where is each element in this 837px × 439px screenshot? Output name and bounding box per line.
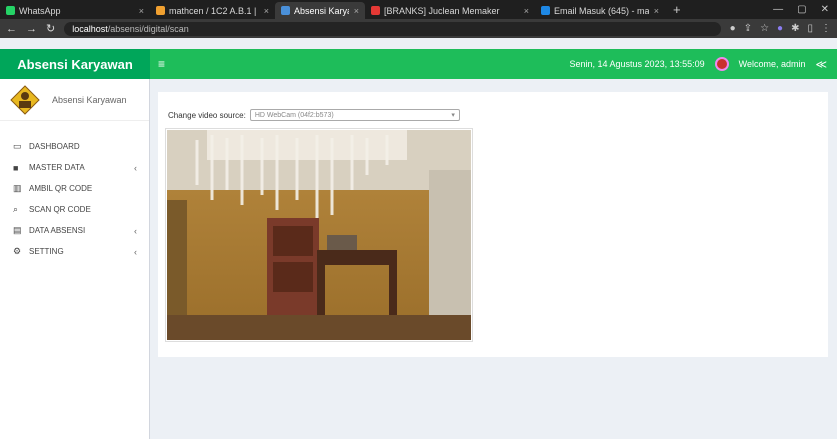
sidebar-toggle-icon[interactable]: ≡ — [158, 57, 165, 71]
sidebar-item-setting[interactable]: ⚙ Setting ‹ — [0, 241, 149, 262]
reload-icon[interactable]: ↻ — [46, 22, 55, 35]
browser-tab[interactable]: [BRANKS] Juclean Memaker × — [365, 2, 535, 19]
profile-icon[interactable]: ● — [777, 23, 783, 34]
qrcode-icon: ▥ — [13, 183, 22, 193]
avatar[interactable] — [714, 57, 729, 71]
star-icon[interactable]: ☆ — [760, 23, 769, 34]
tab-close-icon[interactable]: × — [354, 6, 359, 16]
laptop-icon: ▭ — [13, 141, 22, 151]
user-name: Absensi Karyawan — [52, 94, 127, 105]
app-logo[interactable]: Absensi Karyawan — [0, 49, 150, 79]
camera-preview — [165, 128, 473, 342]
browser-toolbar: ← → ↻ localhost /absensi/digital/scan ● … — [0, 19, 837, 38]
sidebar-item-dashboard[interactable]: ▭ Dashboard — [0, 136, 149, 157]
table-icon: ▤ — [13, 225, 22, 235]
forward-icon[interactable]: → — [26, 23, 37, 35]
chevron-down-icon: ▾ — [451, 112, 455, 119]
folder-icon: ■ — [13, 162, 19, 173]
user-avatar — [10, 84, 40, 115]
browser-tab-bar: WhatsApp×mathcen / 1C2 A.B.1 | phpMy×Abs… — [0, 0, 837, 19]
tab-label: Absensi Karyawan — [294, 5, 349, 16]
sidebar-item-label: Setting — [29, 247, 64, 256]
tab-label: mathcen / 1C2 A.B.1 | phpMy — [169, 5, 259, 16]
sidebar-item-label: Scan QR Code — [29, 205, 91, 214]
datetime-text: Senin, 14 Agustus 2023, 13:55:09 — [569, 59, 705, 69]
window-controls: — ▢ ✕ — [773, 4, 837, 15]
browser-tab[interactable]: Email Masuk (645) - mahaso × — [535, 2, 665, 19]
url-path: /absensi/digital/scan — [107, 23, 189, 34]
gear-icon: ⚙ — [13, 246, 22, 256]
tab-label: WhatsApp — [19, 5, 61, 16]
chevron-left-icon: ‹ — [134, 225, 137, 236]
new-tab-button[interactable]: + — [665, 2, 689, 17]
top-navbar: ≡ Senin, 14 Agustus 2023, 13:55:09 Welco… — [150, 49, 837, 79]
url-host: localhost — [72, 23, 108, 34]
sidebar-item-scan-qr-code[interactable]: ⌕ Scan QR Code — [0, 199, 149, 220]
maximize-icon[interactable]: ▢ — [797, 4, 806, 15]
sidebar-item-data-absensi[interactable]: ▤ Data Absensi ‹ — [0, 220, 149, 241]
tab-favicon-icon — [281, 6, 290, 15]
sidebar: Absensi Karyawan ▭ Dashboard ■ Master Data ‹… — [0, 79, 150, 439]
tab-label: Email Masuk (645) - mahaso — [554, 5, 649, 16]
puzzle-icon[interactable]: ✱ — [791, 23, 799, 34]
sidebar-item-master-data[interactable]: ■ Master Data ‹ — [0, 157, 149, 178]
browser-tab[interactable]: WhatsApp × — [0, 2, 150, 19]
browser-tab[interactable]: Absensi Karyawan × — [275, 2, 365, 19]
main-content: Change video source: HD WebCam (04f2:b57… — [150, 79, 837, 439]
browser-tab[interactable]: mathcen / 1C2 A.B.1 | phpMy × — [150, 2, 275, 19]
minimize-icon[interactable]: — — [773, 4, 783, 15]
tab-favicon-icon — [541, 6, 550, 15]
tab-label: [BRANKS] Juclean Memaker — [384, 5, 500, 16]
video-source-row: Change video source: HD WebCam (04f2:b57… — [168, 109, 460, 121]
search-icon: ⌕ — [13, 204, 19, 214]
back-icon[interactable]: ← — [6, 23, 17, 35]
extensions-area: ● ⇪ ☆ ● ✱ ▯ ⋮ — [730, 23, 831, 34]
tab-close-icon[interactable]: × — [524, 6, 529, 16]
close-icon[interactable]: ✕ — [821, 4, 829, 15]
tab-favicon-icon — [371, 6, 380, 15]
scanner-box: Change video source: HD WebCam (04f2:b57… — [158, 92, 828, 357]
extension-icon[interactable]: ● — [730, 23, 736, 34]
sidepanel-icon[interactable]: ▯ — [807, 23, 813, 34]
sidebar-item-label: Data Absensi — [29, 226, 86, 235]
tab-close-icon[interactable]: × — [264, 6, 269, 16]
video-source-label: Change video source: — [168, 110, 246, 120]
collapse-icon[interactable]: ≪ — [815, 58, 827, 71]
sidebar-item-label: Master Data — [29, 163, 85, 172]
tab-favicon-icon — [6, 6, 15, 15]
menu-icon[interactable]: ⋮ — [821, 23, 831, 34]
sidebar-item-ambil-qr-code[interactable]: ▥ Ambil QR Code — [0, 178, 149, 199]
sidebar-item-label: Dashboard — [29, 142, 80, 151]
address-bar[interactable]: localhost /absensi/digital/scan — [64, 21, 721, 36]
tab-close-icon[interactable]: × — [654, 6, 659, 16]
tab-favicon-icon — [156, 6, 165, 15]
sidebar-menu: ▭ Dashboard ■ Master Data ‹ ▥ Ambil QR Code ⌕ Sc… — [0, 136, 149, 262]
welcome-text[interactable]: Welcome, admin — [739, 59, 806, 69]
camera-frame-image — [167, 130, 471, 340]
sidebar-item-label: Ambil QR Code — [29, 184, 93, 193]
chevron-left-icon: ‹ — [134, 162, 137, 173]
video-source-value: HD WebCam (04f2:b573) — [254, 111, 334, 119]
video-source-select[interactable]: HD WebCam (04f2:b573) ▾ — [249, 109, 460, 121]
share-icon[interactable]: ⇪ — [744, 23, 752, 34]
chevron-left-icon: ‹ — [134, 246, 137, 257]
user-panel: Absensi Karyawan — [0, 79, 149, 121]
tab-close-icon[interactable]: × — [139, 6, 144, 16]
